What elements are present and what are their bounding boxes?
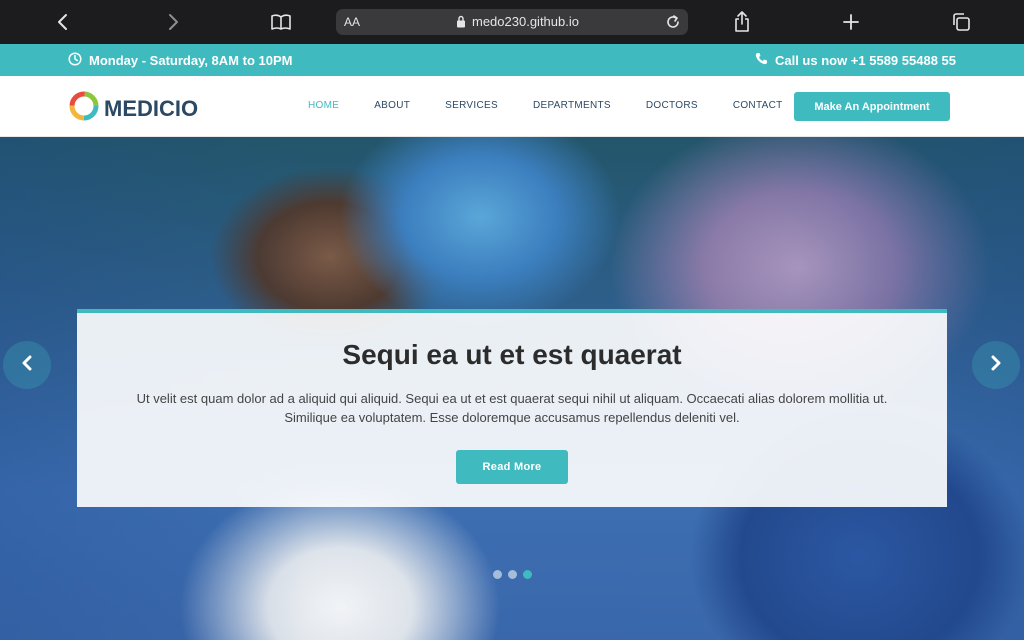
chevron-right-icon (989, 355, 1003, 376)
read-more-button[interactable]: Read More (456, 450, 568, 484)
site-header: MEDICIO HOME ABOUT SERVICES DEPARTMENTS … (0, 76, 1024, 137)
new-tab-icon[interactable] (838, 9, 864, 35)
phone-contact[interactable]: Call us now +1 5589 55488 55 (755, 52, 956, 68)
make-appointment-button[interactable]: Make An Appointment (794, 92, 950, 121)
logo-ring-icon (68, 90, 100, 127)
text-size-button[interactable]: AA (344, 15, 360, 29)
slide-text: Ut velit est quam dolor ad a aliquid qui… (136, 391, 888, 425)
nav-contact[interactable]: CONTACT (733, 100, 783, 111)
browser-toolbar: AA medo230.github.io (0, 0, 1024, 44)
slide-title: Sequi ea ut et est quaerat (342, 339, 682, 370)
carousel-dot-3[interactable] (523, 570, 532, 579)
reload-icon[interactable] (664, 13, 682, 36)
share-icon[interactable] (729, 9, 755, 35)
hours-text: Monday - Saturday, 8AM to 10PM (89, 53, 293, 68)
logo-text: MEDICIO (104, 95, 199, 121)
tabs-icon[interactable] (948, 9, 974, 35)
slide-caption: Sequi ea ut et est quaerat Ut velit est … (77, 309, 947, 507)
carousel-dot-2[interactable] (508, 570, 517, 579)
forward-icon[interactable] (160, 9, 186, 35)
clock-icon (68, 52, 82, 69)
opening-hours: Monday - Saturday, 8AM to 10PM (68, 52, 292, 69)
chevron-left-icon (20, 355, 34, 376)
address-bar[interactable]: AA medo230.github.io (336, 9, 688, 35)
hero-carousel: Sequi ea ut et est quaerat Ut velit est … (0, 137, 1024, 640)
carousel-prev-button[interactable] (3, 341, 51, 389)
carousel-dot-1[interactable] (493, 570, 502, 579)
nav-doctors[interactable]: DOCTORS (646, 100, 698, 111)
carousel-indicators (493, 570, 532, 579)
nav-services[interactable]: SERVICES (445, 100, 498, 111)
bookmarks-icon[interactable] (268, 9, 294, 35)
main-nav: HOME ABOUT SERVICES DEPARTMENTS DOCTORS … (308, 100, 818, 111)
url-text: medo230.github.io (472, 14, 579, 29)
nav-home[interactable]: HOME (308, 100, 339, 111)
nav-about[interactable]: ABOUT (374, 100, 410, 111)
info-bar: Monday - Saturday, 8AM to 10PM Call us n… (0, 44, 1024, 76)
nav-departments[interactable]: DEPARTMENTS (533, 100, 611, 111)
phone-icon (755, 52, 768, 68)
lock-icon (456, 15, 466, 33)
phone-text[interactable]: Call us now +1 5589 55488 55 (775, 53, 956, 68)
site-logo[interactable]: MEDICIO (68, 90, 198, 127)
carousel-next-button[interactable] (972, 341, 1020, 389)
back-icon[interactable] (50, 9, 76, 35)
